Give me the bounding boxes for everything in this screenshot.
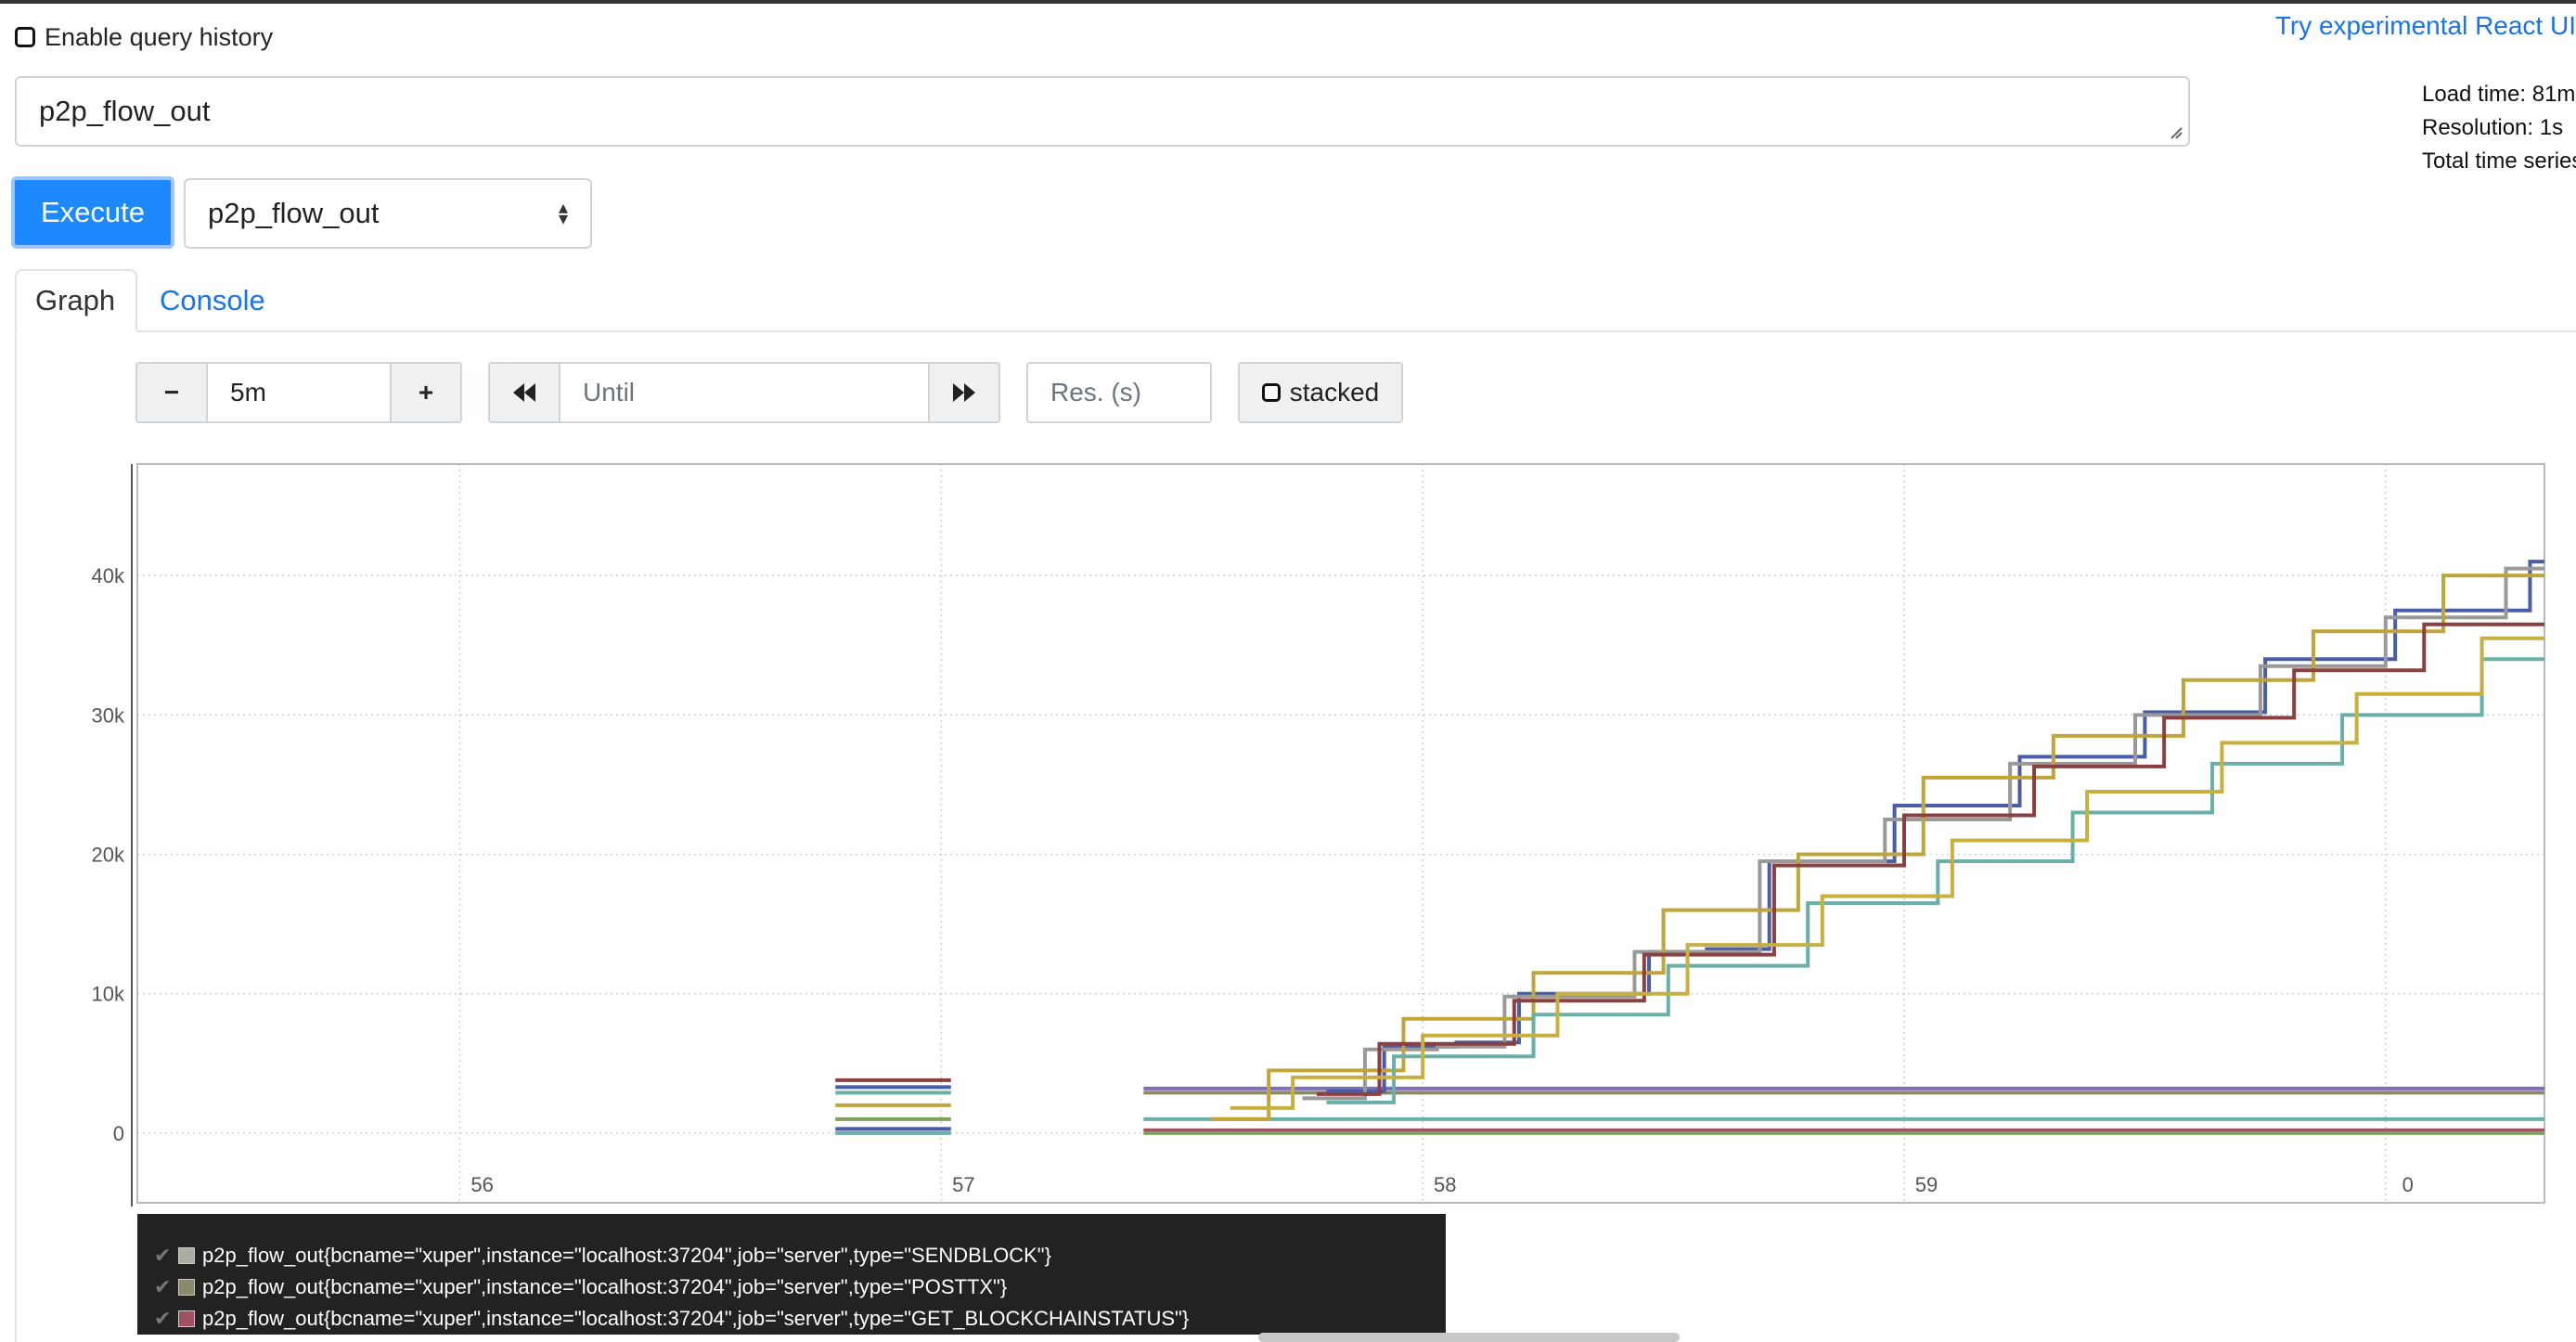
- series-step-line: [1230, 636, 2544, 1110]
- x-tick-label: 0: [2402, 1173, 2414, 1196]
- legend-swatch: [178, 1310, 195, 1327]
- y-tick-label: 10k: [92, 983, 125, 1006]
- legend-label: p2p_flow_out{bcname="xuper",instance="lo…: [202, 1244, 1051, 1267]
- x-tick-label: 58: [1434, 1173, 1456, 1196]
- x-tick-label: 56: [470, 1173, 493, 1196]
- legend-entry[interactable]: ✔ p2p_flow_out{bcname="xuper",instance="…: [137, 1271, 1446, 1303]
- legend-entry[interactable]: ✔ p2p_flow_out{bcname="xuper",instance="…: [137, 1240, 1446, 1271]
- series-step-line: [1210, 574, 2544, 1121]
- check-icon: ✔: [154, 1307, 172, 1330]
- horizontal-scrollbar[interactable]: [1258, 1333, 1680, 1342]
- y-tick-label: 0: [113, 1122, 124, 1145]
- series-step-line: [1326, 560, 2544, 1093]
- graph-chart: 0 10k 20k 30k 40k 56 57 58 59 0: [92, 463, 2545, 1207]
- y-tick-label: 30k: [92, 703, 125, 727]
- legend-swatch: [178, 1247, 195, 1264]
- legend-entry[interactable]: ✔ p2p_flow_out{bcname="xuper",instance="…: [137, 1303, 1446, 1335]
- y-tick-label: 40k: [92, 564, 125, 587]
- check-icon: ✔: [154, 1244, 172, 1267]
- chart-series: [835, 560, 2544, 1135]
- tab-graph[interactable]: Graph: [15, 269, 137, 332]
- check-icon: ✔: [154, 1275, 172, 1298]
- chart-tick-labels: 0 10k 20k 30k 40k 56 57 58 59 0: [92, 564, 2414, 1196]
- legend-panel: ✔ p2p_flow_out{bcname="xuper",instance="…: [137, 1214, 1446, 1335]
- legend-label: p2p_flow_out{bcname="xuper",instance="lo…: [202, 1307, 1190, 1330]
- legend-swatch: [178, 1279, 195, 1296]
- y-tick-label: 20k: [92, 844, 125, 867]
- x-tick-label: 59: [1915, 1173, 1938, 1196]
- x-tick-label: 57: [952, 1173, 974, 1196]
- legend-label: p2p_flow_out{bcname="xuper",instance="lo…: [202, 1275, 1008, 1298]
